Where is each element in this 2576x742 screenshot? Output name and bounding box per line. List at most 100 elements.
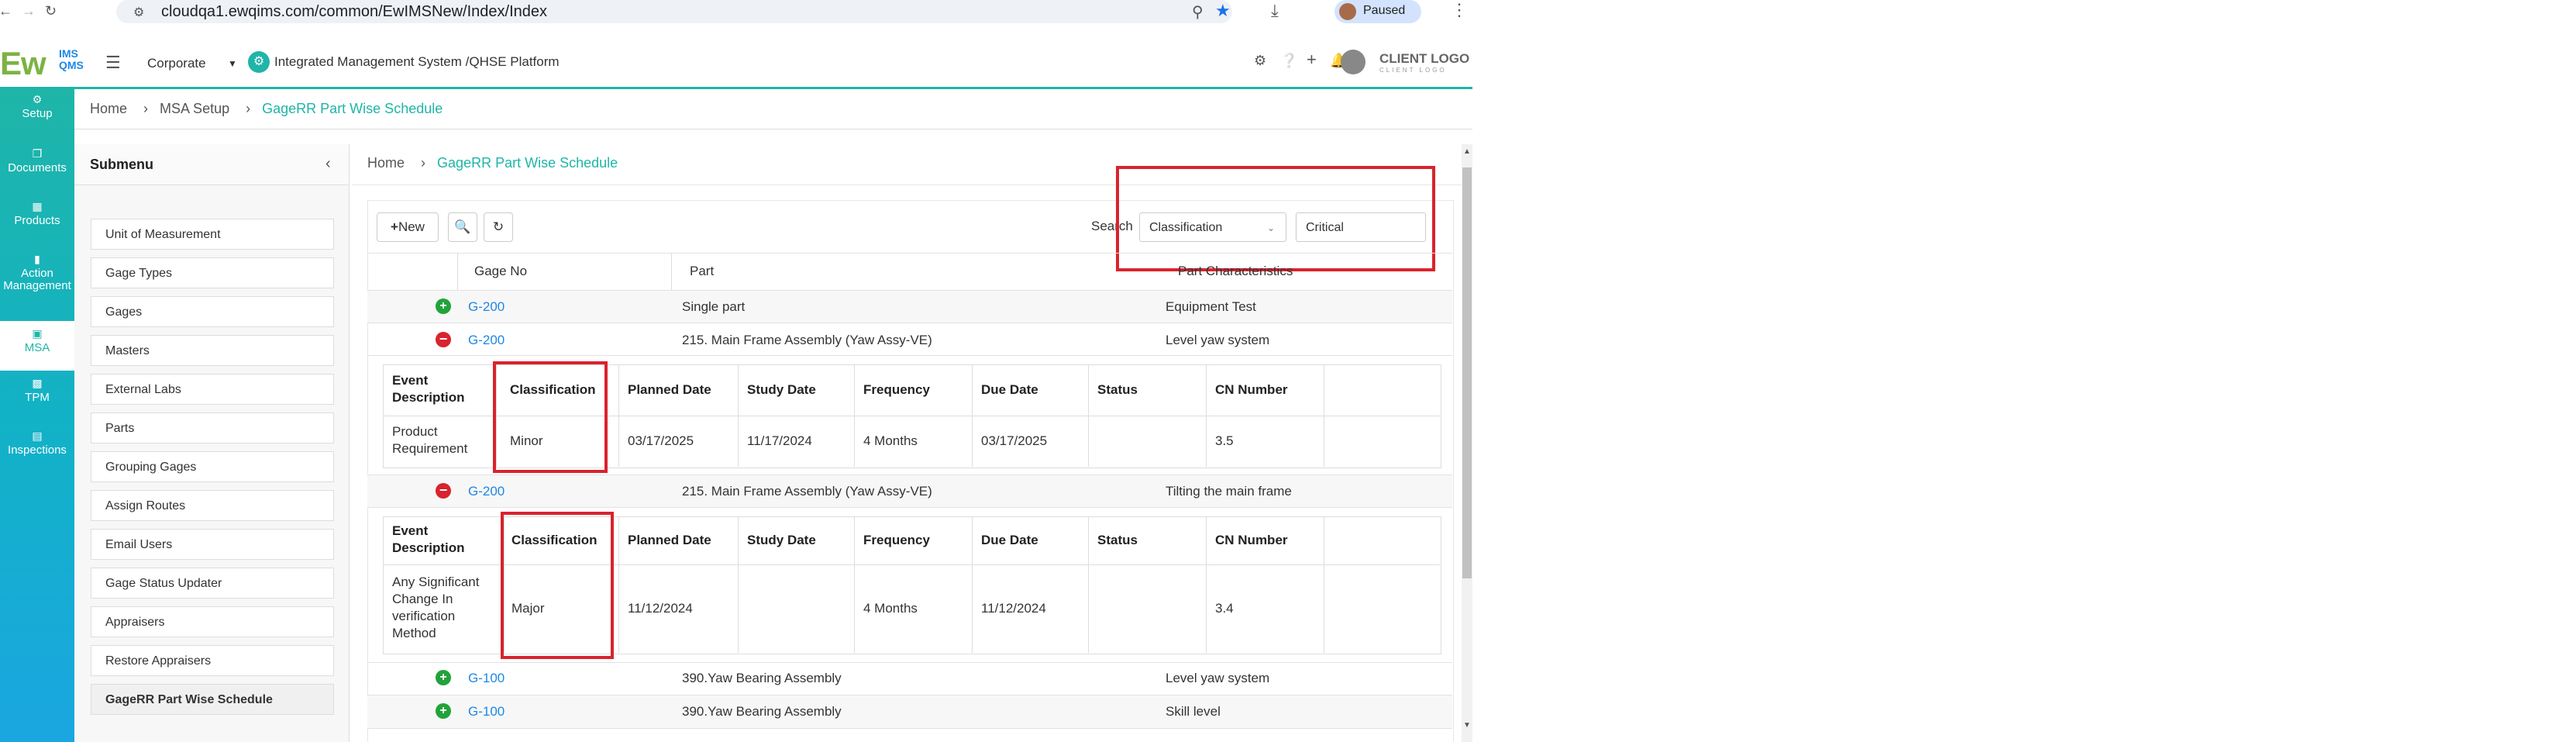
header-gage-no[interactable]: Gage No (474, 264, 527, 279)
plus-icon: + (391, 219, 398, 234)
submenu-item-assign-routes[interactable]: Assign Routes (91, 490, 334, 521)
collapse-icon[interactable]: − (436, 483, 451, 499)
frequency-cell: 4 Months (863, 601, 918, 616)
submenu-title: Submenu (90, 157, 154, 172)
characteristic-cell: Skill level (1166, 704, 1221, 719)
scrollbar-thumb[interactable] (1462, 167, 1472, 578)
sub-column-divider (972, 516, 973, 653)
column-divider (457, 253, 458, 290)
bookmark-star-icon[interactable]: ★ (1215, 1, 1231, 21)
submenu-item-grouping-gages[interactable]: Grouping Gages (91, 451, 334, 482)
reload-icon[interactable]: ↻ (45, 3, 57, 19)
breadcrumb-current[interactable]: GageRR Part Wise Schedule (262, 101, 443, 116)
gage-link[interactable]: G-200 (468, 299, 505, 315)
sub-header-status: Status (1097, 533, 1138, 547)
submenu-item-gage-types[interactable]: Gage Types (91, 257, 334, 288)
cn-number-cell: 3.5 (1215, 433, 1234, 448)
sub-header-due-date: Due Date (981, 533, 1038, 547)
msa-chart-icon: ▣ (32, 327, 43, 340)
part-cell: 390.Yaw Bearing Assembly (682, 671, 842, 685)
header-part-characteristics[interactable]: Part Characteristics (1178, 264, 1293, 279)
highlight-box-search (1116, 166, 1435, 271)
inner-breadcrumb-current[interactable]: GageRR Part Wise Schedule (437, 155, 618, 171)
sub-header-study-date: Study Date (747, 382, 816, 397)
highlight-box-classification-major (501, 512, 614, 659)
site-info-icon[interactable]: ⚙ (133, 5, 144, 20)
sub-column-divider (1088, 516, 1089, 653)
browser-menu-icon[interactable]: ⋮ (1451, 0, 1468, 20)
submenu-item-restore-appraisers[interactable]: Restore Appraisers (91, 645, 334, 676)
client-logo-tagline: CLIENT LOGO (1379, 67, 1447, 74)
back-icon[interactable]: ← (0, 3, 12, 19)
sidebar-item-inspections[interactable]: ▤ Inspections (0, 430, 74, 457)
logo-sub1: IMS (59, 47, 78, 60)
collapse-icon[interactable]: − (436, 332, 451, 347)
help-icon[interactable]: ❔ (1280, 53, 1297, 69)
gage-link[interactable]: G-200 (468, 484, 505, 499)
row-divider (367, 355, 1452, 356)
header-part[interactable]: Part (690, 264, 714, 279)
refresh-button[interactable]: ↻ (484, 212, 513, 242)
part-cell: Single part (682, 299, 746, 314)
submenu-item-parts[interactable]: Parts (91, 412, 334, 443)
gage-link[interactable]: G-200 (468, 333, 505, 348)
search-button[interactable]: 🔍 (448, 212, 477, 242)
sub-header-cn-number: CN Number (1215, 533, 1288, 547)
inner-breadcrumb: Home › GageRR Part Wise Schedule (367, 155, 618, 171)
planned-date-cell: 11/12/2024 (628, 601, 693, 616)
sub-header-frequency: Frequency (863, 533, 930, 547)
collapse-chevron-icon[interactable]: ‹ (325, 155, 331, 173)
url-text: cloudqa1.ewqims.com/common/EwIMSNew/Inde… (161, 3, 547, 20)
submenu-item-appraisers[interactable]: Appraisers (91, 606, 334, 637)
sidebar-item-products[interactable]: ▦ Products (0, 200, 74, 227)
submenu-item-email-users[interactable]: Email Users (91, 529, 334, 560)
gage-link[interactable]: G-100 (468, 704, 505, 720)
sidebar-item-label: TPM (25, 391, 50, 404)
scroll-down-icon[interactable]: ▼ (1463, 721, 1471, 730)
add-icon[interactable]: + (1307, 50, 1317, 70)
sub-header-planned-date: Planned Date (628, 533, 711, 547)
sidebar-item-label: Setup (22, 107, 53, 120)
event-description-cell: Any Significant Change In verification M… (392, 575, 480, 640)
sidebar-item-label: Action Management (3, 267, 71, 292)
sub-column-divider (738, 516, 739, 653)
expand-icon[interactable]: + (436, 670, 451, 685)
sidebar-item-msa[interactable]: ▣ MSA (0, 321, 74, 371)
platform-gear-icon: ⚙ (248, 51, 270, 73)
zoom-icon[interactable]: ⚲ (1192, 2, 1204, 22)
user-avatar[interactable] (1341, 50, 1365, 74)
breadcrumb-msa-setup[interactable]: MSA Setup (160, 101, 229, 116)
profile-button[interactable]: Paused (1334, 0, 1421, 23)
submenu-item-masters[interactable]: Masters (91, 335, 334, 366)
submenu-item-gages[interactable]: Gages (91, 296, 334, 327)
sidebar-item-action-management[interactable]: ▮ Action Management (0, 253, 74, 292)
submenu-item-gage-status-updater[interactable]: Gage Status Updater (91, 568, 334, 599)
breadcrumb-home[interactable]: Home (90, 101, 127, 116)
submenu-item-gagerr-part-wise-schedule[interactable]: GageRR Part Wise Schedule (91, 684, 334, 715)
hamburger-icon[interactable]: ☰ (105, 53, 121, 73)
gage-link[interactable]: G-100 (468, 671, 505, 686)
entity-label: Corporate (147, 56, 206, 71)
submenu-item-external-labs[interactable]: External Labs (91, 374, 334, 405)
row-divider (367, 507, 1452, 508)
sub-header-planned-date: Planned Date (628, 382, 711, 397)
chevron-down-icon: ▼ (228, 58, 237, 69)
sidebar-item-setup[interactable]: ⚙ Setup (0, 93, 74, 120)
expand-icon[interactable]: + (436, 703, 451, 719)
settings-icon[interactable]: ⚙ (1254, 53, 1266, 69)
sidebar-item-label: Documents (8, 161, 67, 174)
inner-breadcrumb-home[interactable]: Home (367, 155, 405, 171)
inspections-icon: ▤ (32, 430, 43, 442)
sidebar-item-label: Products (14, 214, 60, 227)
search-icon: 🔍 (454, 219, 471, 234)
new-button[interactable]: +New (377, 212, 439, 242)
sidebar-item-tpm[interactable]: ▩ TPM (0, 377, 74, 404)
scroll-up-icon[interactable]: ▲ (1463, 147, 1471, 156)
table-row (367, 291, 1452, 323)
submenu-item-unit-of-measurement[interactable]: Unit of Measurement (91, 219, 334, 250)
forward-icon[interactable]: → (22, 3, 36, 19)
sidebar-item-documents[interactable]: ❐ Documents (0, 147, 74, 174)
entity-select[interactable]: Corporate ▼ (138, 53, 248, 74)
expand-icon[interactable]: + (436, 299, 451, 314)
download-icon[interactable]: ⤓ (1271, 1, 1279, 21)
